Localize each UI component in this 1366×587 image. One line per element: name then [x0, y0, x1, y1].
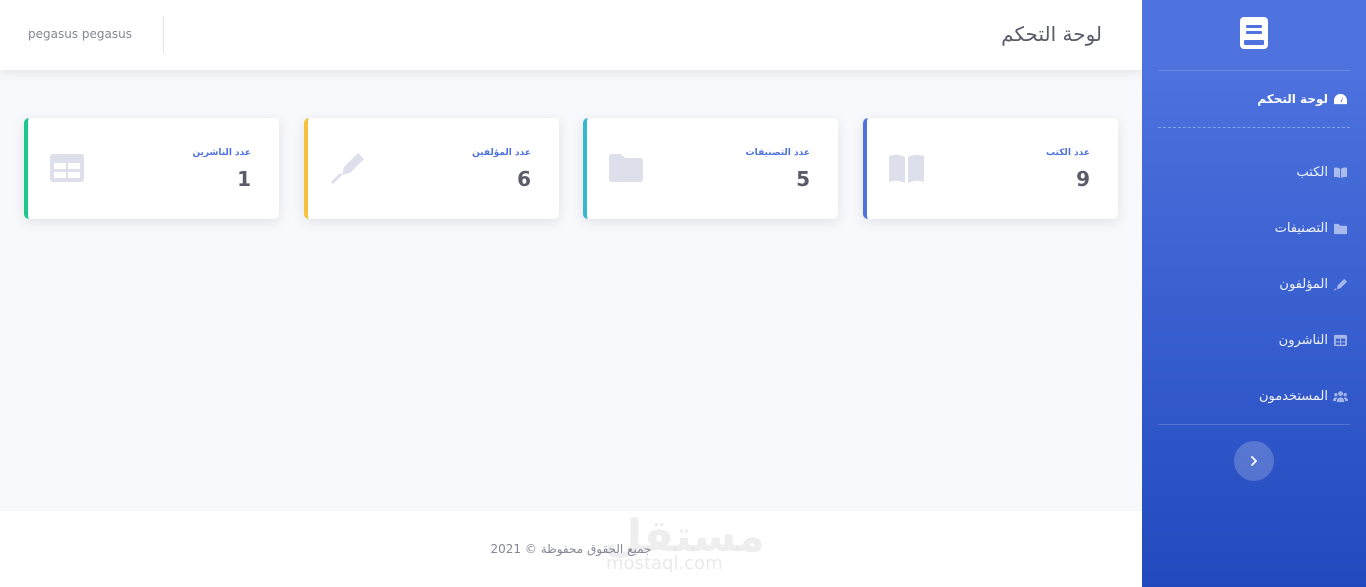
sidebar-toggle-button[interactable] [1234, 441, 1274, 481]
footer: مستقل mostaql.com جميع الحقوق محفوظة © 2… [0, 511, 1142, 587]
sidebar-item-label: المستخدمون [1258, 388, 1328, 404]
topbar-divider [163, 16, 164, 54]
card-categories-count: عدد التصنيفات 5 [583, 118, 838, 219]
sidebar-item-label: لوحة التحكم [1257, 92, 1328, 106]
folder-icon [607, 151, 647, 185]
copyright: جميع الحقوق محفوظة © 2021 [490, 542, 652, 556]
card-authors-count: عدد المؤلفين 6 [304, 118, 559, 219]
watermark-url: mostaql.com [606, 553, 723, 574]
dashboard-gauge-icon [1332, 92, 1348, 106]
card-value: 9 [1076, 167, 1090, 191]
book-open-icon [1332, 165, 1348, 179]
book-open-icon [887, 151, 927, 185]
pen-icon [328, 151, 368, 185]
book-icon [1239, 16, 1269, 54]
pen-icon [1332, 277, 1348, 291]
card-label: عدد الكتب [1046, 148, 1090, 158]
sidebar-item-books[interactable]: الكتب [1142, 144, 1366, 200]
sidebar-item-label: الناشرون [1278, 332, 1328, 348]
table-icon [48, 151, 88, 185]
page-title: لوحة التحكم [1001, 22, 1102, 46]
sidebar-item-categories[interactable]: التصنيفات [1142, 200, 1366, 256]
card-value: 5 [796, 167, 810, 191]
chevron-right-icon [1249, 456, 1259, 466]
sidebar-divider [1158, 424, 1350, 425]
card-books-count: عدد الكتب 9 [863, 118, 1118, 219]
sidebar-item-authors[interactable]: المؤلفون [1142, 256, 1366, 312]
user-name[interactable]: pegasus pegasus [28, 27, 132, 41]
sidebar-item-users[interactable]: المستخدمون [1142, 368, 1366, 424]
sidebar-item-label: المؤلفون [1279, 276, 1328, 292]
sidebar: لوحة التحكم الكتب التصنيفات المؤلفون الن… [1142, 0, 1366, 587]
card-publishers-count: عدد الناشرين 1 [24, 118, 279, 219]
topbar: pegasus pegasus لوحة التحكم [0, 0, 1142, 70]
sidebar-item-dashboard[interactable]: لوحة التحكم [1142, 71, 1366, 127]
table-icon [1332, 333, 1348, 347]
card-label: عدد الناشرين [192, 148, 251, 158]
card-value: 6 [517, 167, 531, 191]
card-value: 1 [237, 167, 251, 191]
card-label: عدد المؤلفين [472, 148, 531, 158]
sidebar-item-publishers[interactable]: الناشرون [1142, 312, 1366, 368]
card-label: عدد التصنيفات [745, 148, 810, 158]
sidebar-item-label: التصنيفات [1274, 220, 1328, 236]
sidebar-brand[interactable] [1142, 0, 1366, 70]
stat-cards: عدد الناشرين 1 عدد المؤلفين 6 عدد التصني… [24, 118, 1118, 219]
folder-icon [1332, 221, 1348, 235]
sidebar-item-label: الكتب [1296, 164, 1328, 180]
users-icon [1332, 389, 1348, 403]
